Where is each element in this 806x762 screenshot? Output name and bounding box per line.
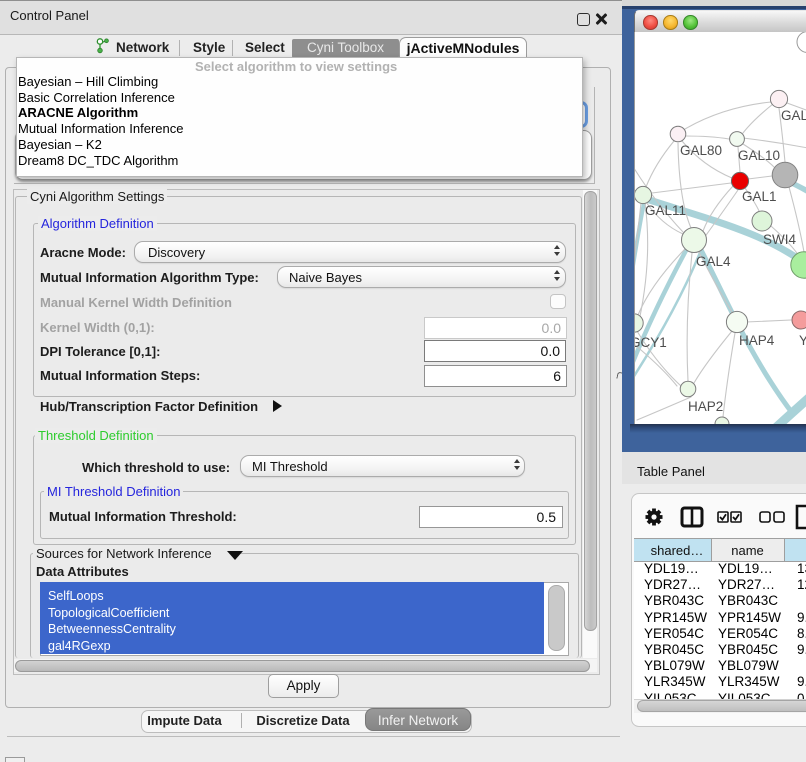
svg-text:Y: Y <box>799 333 806 348</box>
svg-text:GAL4: GAL4 <box>696 254 731 269</box>
svg-text:GAL10: GAL10 <box>738 148 780 163</box>
svg-text:GAL7: GAL7 <box>781 108 806 123</box>
svg-text:HAP2: HAP2 <box>688 399 723 414</box>
svg-text:SWI4: SWI4 <box>763 232 796 247</box>
svg-text:GAL11: GAL11 <box>645 203 686 218</box>
svg-text:GAL80: GAL80 <box>680 143 722 158</box>
svg-text:HAP4: HAP4 <box>739 333 775 348</box>
svg-text:GAL1: GAL1 <box>742 189 777 204</box>
svg-text:GCY1: GCY1 <box>634 335 667 350</box>
